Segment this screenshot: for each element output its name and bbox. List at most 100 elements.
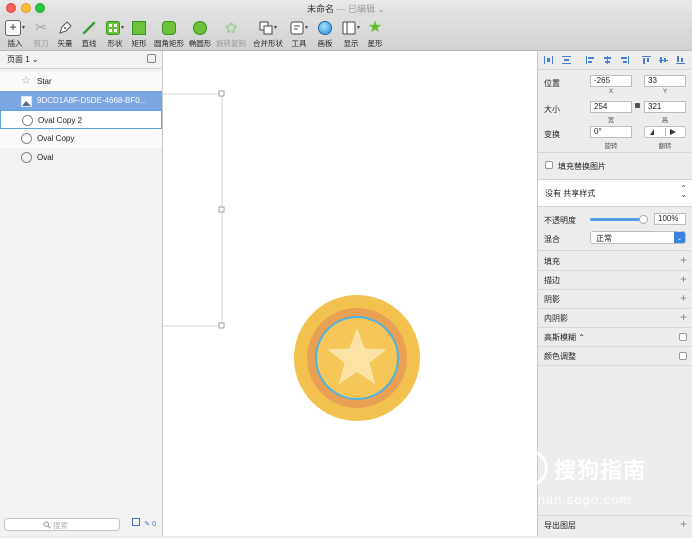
fill-section[interactable]: 填充 + bbox=[538, 252, 692, 271]
edited-indicator: — 已编辑 ⌄ bbox=[333, 4, 386, 14]
flip-buttons[interactable] bbox=[644, 126, 686, 138]
line-icon bbox=[82, 21, 96, 34]
copy-icon[interactable] bbox=[132, 518, 141, 526]
blur-checkbox[interactable] bbox=[679, 333, 687, 341]
export-section[interactable]: 导出图层 + bbox=[538, 515, 692, 534]
insert-button[interactable]: + ▾ 插入 bbox=[4, 18, 26, 49]
position-y-field[interactable]: 33 bbox=[644, 75, 686, 87]
shadow-section[interactable]: 阴影 + bbox=[538, 290, 692, 309]
scissors-button[interactable]: ✂ 剪刀 bbox=[31, 18, 51, 49]
rotation-field[interactable]: 0° bbox=[590, 126, 632, 138]
rectangle-button[interactable]: 矩形 bbox=[130, 18, 148, 49]
inspector-panel: 位置 -265 33 X Y 大小 254 321 宽 高 变换 0° 旋转 翻… bbox=[537, 51, 692, 536]
transform-label: 变换 bbox=[544, 130, 560, 139]
align-left-icon[interactable] bbox=[586, 56, 595, 64]
align-middle-icon[interactable] bbox=[659, 56, 668, 64]
flip-horizontal-icon[interactable] bbox=[645, 127, 665, 137]
resize-handle-middle[interactable] bbox=[218, 206, 225, 213]
distribute-vertical-icon[interactable] bbox=[562, 56, 571, 64]
rectangle-icon bbox=[132, 20, 146, 35]
page-selector[interactable]: 页面 1 ⌄ bbox=[0, 51, 162, 69]
alignment-toolbar bbox=[538, 51, 692, 70]
canvas-artwork bbox=[160, 90, 420, 421]
height-caption: 高 bbox=[661, 117, 669, 124]
add-page-icon[interactable] bbox=[147, 54, 156, 63]
oval-outline-icon bbox=[21, 152, 32, 163]
position-label: 位置 bbox=[544, 79, 560, 88]
title-bar: 未命名 — 已编辑 ⌄ bbox=[0, 0, 692, 16]
resize-handle-top[interactable] bbox=[218, 90, 225, 97]
selection-bounds[interactable] bbox=[160, 93, 223, 327]
window-title: 未命名 — 已编辑 ⌄ bbox=[306, 4, 386, 14]
opacity-label: 不透明度 bbox=[544, 216, 576, 225]
color-adjust-section[interactable]: 颜色调整 bbox=[538, 347, 692, 366]
layer-image[interactable]: 9DCD1A8F-D5DE-4668-BF0... bbox=[0, 91, 162, 110]
scissors-icon: ✂ bbox=[35, 19, 47, 35]
fill-replace-label: 填充替换图片 bbox=[558, 162, 606, 171]
inner-shadow-section[interactable]: 内阴影 + bbox=[538, 309, 692, 328]
opacity-field[interactable]: 100% bbox=[654, 213, 686, 225]
tools-icon bbox=[290, 21, 304, 34]
toolbar: + ▾ 插入 ✂ 剪刀 矢量 直线 ▾ 形状 矩形 圆角矩形 椭圆形 ✿ 旋转复制… bbox=[0, 16, 692, 51]
layer-oval-copy[interactable]: Oval Copy bbox=[0, 129, 162, 148]
height-field[interactable]: 321 bbox=[644, 101, 686, 113]
width-caption: 宽 bbox=[607, 117, 615, 124]
rotation-caption: 旋转 bbox=[604, 143, 618, 150]
layer-footer-tools: ✎ 0 bbox=[132, 518, 156, 528]
layer-oval[interactable]: Oval bbox=[0, 148, 162, 167]
layer-search-input[interactable]: 搜索 bbox=[4, 518, 120, 531]
lock-icon[interactable] bbox=[635, 103, 640, 108]
align-center-icon[interactable] bbox=[603, 56, 612, 64]
fill-replace-checkbox[interactable] bbox=[545, 161, 553, 169]
y-caption: Y bbox=[662, 88, 668, 95]
align-bottom-icon[interactable] bbox=[676, 56, 685, 64]
rotate-copy-icon: ✿ bbox=[224, 19, 238, 37]
add-border-icon[interactable]: + bbox=[680, 272, 687, 286]
width-field[interactable]: 254 bbox=[590, 101, 632, 113]
blend-select[interactable]: 正常 ⌃ ⌄ bbox=[590, 231, 686, 244]
pen-icon bbox=[59, 20, 72, 34]
oval-outline-icon bbox=[21, 133, 32, 144]
combine-shapes-button[interactable]: ▾ 合并形状 bbox=[252, 18, 284, 49]
shape-button[interactable]: ▾ 形状 bbox=[103, 18, 127, 49]
brush-icon[interactable]: ✎ bbox=[144, 521, 150, 528]
canvas[interactable] bbox=[160, 51, 537, 536]
artboard-button[interactable]: 画板 bbox=[315, 18, 335, 49]
blur-section[interactable]: 高斯模糊 ⌃ bbox=[538, 328, 692, 347]
resize-handle-bottom[interactable] bbox=[218, 322, 225, 329]
oval-button[interactable]: 椭圆形 bbox=[188, 18, 212, 49]
line-button[interactable]: 直线 bbox=[79, 18, 99, 49]
view-button[interactable]: ▾ 显示 bbox=[340, 18, 362, 49]
shared-style-dropdown[interactable]: 没有 共享样式 ⌃ ⌄ bbox=[538, 180, 692, 206]
add-fill-icon[interactable]: + bbox=[680, 253, 687, 267]
blend-label: 混合 bbox=[544, 235, 560, 244]
layer-oval-copy-2[interactable]: Oval Copy 2 bbox=[0, 110, 162, 129]
slider-knob[interactable] bbox=[639, 215, 648, 224]
add-shadow-icon[interactable]: + bbox=[680, 291, 687, 305]
border-section[interactable]: 描边 + bbox=[538, 271, 692, 290]
color-adjust-checkbox[interactable] bbox=[679, 352, 687, 360]
align-top-icon[interactable] bbox=[642, 56, 651, 64]
star-icon: ★ bbox=[367, 18, 383, 36]
distribute-horizontal-icon[interactable] bbox=[544, 56, 553, 64]
flip-vertical-icon[interactable] bbox=[666, 127, 686, 137]
layers-panel: 页面 1 ⌄ ☆ Star 9DCD1A8F-D5DE-4668-BF0... … bbox=[0, 51, 163, 536]
rounded-rectangle-button[interactable]: 圆角矩形 bbox=[153, 18, 185, 49]
x-caption: X bbox=[608, 88, 614, 95]
add-inner-shadow-icon[interactable]: + bbox=[680, 310, 687, 324]
rotate-copy-button[interactable]: ✿ 旋转复制 bbox=[215, 18, 247, 49]
rounded-rectangle-icon bbox=[162, 20, 176, 35]
add-export-icon[interactable]: + bbox=[680, 517, 687, 531]
select-arrows-icon: ⌃ ⌄ bbox=[674, 231, 685, 243]
star-button[interactable]: ★ 星形 bbox=[366, 18, 384, 49]
align-right-icon[interactable] bbox=[620, 56, 629, 64]
layer-star[interactable]: ☆ Star bbox=[0, 72, 162, 91]
position-x-field[interactable]: -265 bbox=[590, 75, 632, 87]
opacity-slider[interactable] bbox=[590, 215, 648, 224]
image-icon bbox=[21, 95, 32, 107]
vector-button[interactable]: 矢量 bbox=[55, 18, 75, 49]
view-icon bbox=[342, 21, 356, 34]
shape-grid-icon bbox=[105, 20, 120, 35]
tools-button[interactable]: ▾ 工具 bbox=[288, 18, 310, 49]
count-label: 0 bbox=[152, 521, 156, 528]
